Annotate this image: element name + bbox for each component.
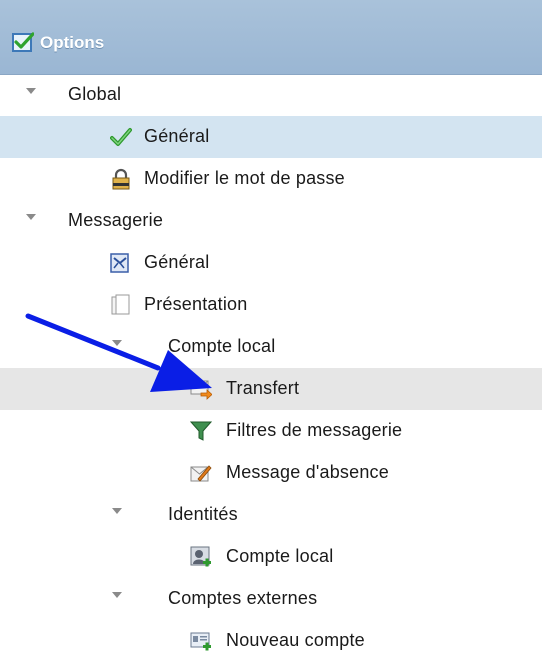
annotation-arrow-shaft <box>25 313 161 371</box>
annotation-arrow-head <box>150 350 212 392</box>
annotation-arrow <box>25 313 212 392</box>
